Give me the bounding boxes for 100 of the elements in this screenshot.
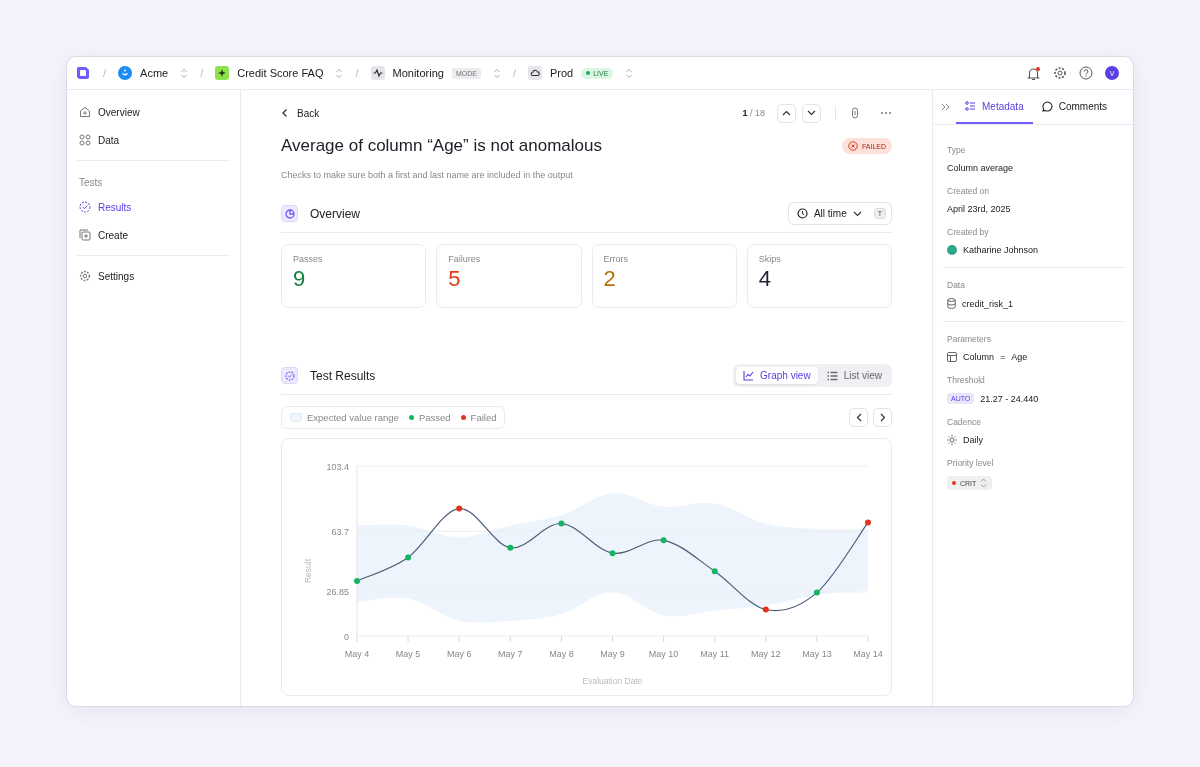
chevron-right-icon	[879, 413, 886, 422]
breadcrumb-link[interactable]: Credit Score FAQ	[237, 67, 324, 79]
chevron-left-icon	[855, 413, 862, 422]
field-label: Cadence	[947, 417, 983, 427]
stat-label: Skips	[758, 254, 782, 264]
back-button[interactable]: Back	[281, 107, 320, 119]
breadcrumb-link[interactable]: Monitoring	[392, 67, 444, 79]
dataset-link[interactable]: credit_risk_1	[962, 298, 1014, 309]
chevron-down-icon	[807, 110, 816, 116]
legend-label: Failed	[470, 412, 497, 423]
legend-label: Expected value range	[307, 412, 399, 423]
data-point[interactable]	[558, 520, 565, 527]
breadcrumb-link[interactable]: Prod	[549, 67, 574, 79]
test-title: Average of column “Age” is not anomalous	[281, 136, 602, 156]
breadcrumb-separator: /	[200, 67, 204, 79]
field-label: Data	[947, 280, 966, 290]
next-button[interactable]	[802, 103, 821, 123]
grid-icon	[79, 134, 91, 146]
view-tab[interactable]: List view	[819, 367, 889, 384]
x-tick-label: May 12	[751, 649, 781, 659]
data-point[interactable]	[762, 606, 769, 613]
section-heading: Tests	[78, 176, 104, 190]
settings-icon[interactable]	[1053, 66, 1067, 80]
home-icon	[79, 106, 91, 118]
stat-label: Failures	[448, 254, 482, 264]
clock-icon	[796, 208, 808, 219]
breadcrumb-separator: /	[512, 67, 516, 79]
y-axis-label: Result	[303, 558, 313, 584]
pulse-icon	[370, 66, 385, 80]
stat-value: 9	[293, 266, 307, 292]
view-tab[interactable]: Graph view	[736, 367, 818, 384]
field-label: Priority level	[947, 458, 995, 468]
field-value: April 23rd, 2025	[947, 204, 1011, 214]
breadcrumb-separator: /	[355, 67, 359, 79]
help-icon[interactable]	[1079, 66, 1093, 80]
stat-value: 5	[448, 266, 462, 292]
user-name[interactable]: Katharine Johnson	[963, 245, 1039, 255]
table-icon	[947, 352, 957, 362]
field-value: Column average	[947, 163, 1014, 173]
chevron-left-icon	[281, 108, 289, 118]
legend-label: Passed	[418, 412, 451, 423]
cadence-value: Daily	[963, 435, 983, 445]
more-icon[interactable]	[880, 111, 892, 115]
add-copy-icon	[79, 229, 91, 241]
check-circle-icon	[79, 201, 91, 213]
check-circle-icon	[281, 367, 298, 384]
list-icon	[965, 101, 976, 111]
data-point[interactable]	[865, 519, 871, 526]
breadcrumb-separator: /	[103, 67, 107, 79]
x-circle-icon	[847, 141, 858, 151]
data-point[interactable]	[507, 544, 514, 551]
sidebar-item[interactable]: Settings	[77, 262, 230, 290]
data-point[interactable]	[405, 554, 412, 561]
data-point[interactable]	[354, 577, 360, 584]
stat-label: Passes	[293, 254, 324, 264]
previous-button[interactable]	[849, 408, 868, 427]
data-point[interactable]	[456, 505, 463, 512]
x-tick-label: May 10	[648, 649, 679, 659]
y-tick-label: 63.7	[331, 526, 349, 537]
panel-tab[interactable]: Comments	[1032, 90, 1117, 124]
panel-tab[interactable]: Metadata	[956, 90, 1033, 124]
sidebar-item[interactable]: Results	[77, 193, 230, 221]
sidebar-item[interactable]: Overview	[77, 98, 230, 126]
stat-value: 4	[758, 266, 772, 292]
x-tick-label: May 14	[853, 649, 883, 659]
chevron-down-icon	[852, 210, 862, 217]
breadcrumb-link[interactable]: Acme	[140, 67, 169, 79]
sidebar-item[interactable]: Data	[77, 126, 230, 154]
double-chevron-icon[interactable]	[941, 103, 950, 111]
line-chart-icon	[743, 370, 755, 381]
x-tick-label: May 6	[446, 649, 472, 659]
list-icon	[826, 370, 838, 381]
field-label: Parameters	[947, 334, 992, 344]
x-tick-label: May 5	[395, 649, 421, 659]
data-point[interactable]	[711, 568, 718, 575]
x-tick-label: May 11	[700, 649, 730, 659]
field-label: Type	[947, 145, 967, 155]
x-tick-label: May 7	[498, 649, 523, 659]
x-tick-label: May 4	[344, 649, 370, 659]
next-button[interactable]	[873, 408, 892, 427]
x-tick-label: May 13	[802, 649, 832, 659]
data-point[interactable]	[660, 537, 667, 544]
chevron-updown-icon	[980, 478, 988, 488]
logo-icon[interactable]	[75, 65, 91, 81]
speech-bubble-icon	[1041, 100, 1053, 112]
parameter-name: Column	[963, 352, 994, 362]
database-icon	[947, 298, 956, 309]
bell-icon[interactable]	[1026, 65, 1041, 81]
smiley-icon	[118, 66, 133, 80]
data-point[interactable]	[609, 550, 616, 557]
x-tick-label: May 8	[549, 649, 574, 659]
sidebar-item[interactable]: Create	[77, 221, 230, 249]
previous-button[interactable]	[777, 103, 796, 123]
page-counter: 1 / 18	[742, 108, 765, 118]
x-tick-label: May 9	[600, 649, 625, 659]
stat-label: Errors	[603, 254, 629, 264]
user-avatar	[947, 245, 957, 255]
data-point[interactable]	[813, 589, 820, 596]
settings-icon	[79, 270, 91, 282]
field-label: Created on	[947, 186, 991, 196]
